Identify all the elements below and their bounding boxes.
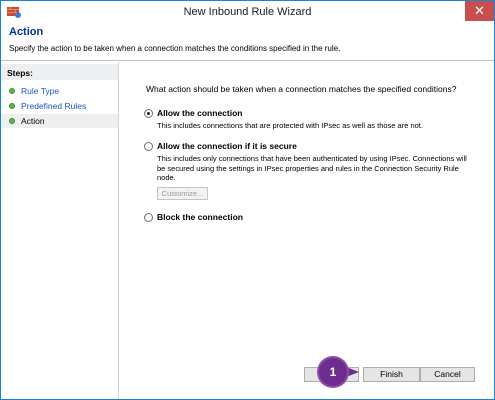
option-description: This includes only connections that have… [157, 154, 467, 182]
radio-allow[interactable] [144, 109, 153, 118]
step-label: Rule Type [21, 86, 60, 96]
step-label: Predefined Rules [21, 101, 87, 111]
page-header: Action Specify the action to be taken wh… [1, 23, 494, 61]
close-button[interactable]: ✕ [465, 1, 494, 21]
step-complete-icon [9, 103, 15, 109]
customize-button: Customize... [157, 187, 208, 200]
step-complete-icon [9, 88, 15, 94]
step-action[interactable]: Action [1, 114, 118, 128]
finish-button[interactable]: Finish [363, 367, 420, 382]
step-current-icon [9, 118, 15, 124]
steps-heading: Steps: [7, 68, 33, 78]
main-content: What action should be taken when a conne… [120, 62, 494, 399]
step-callout-badge: 1 [319, 358, 347, 386]
title-bar: New Inbound Rule Wizard ✕ [1, 1, 494, 23]
step-label: Action [21, 116, 45, 126]
cancel-button[interactable]: Cancel [420, 367, 475, 382]
radio-block[interactable] [144, 213, 153, 222]
option-label[interactable]: Block the connection [157, 212, 243, 222]
radio-allow-secure[interactable] [144, 142, 153, 151]
action-question: What action should be taken when a conne… [146, 84, 457, 94]
option-label[interactable]: Allow the connection if it is secure [157, 141, 297, 151]
step-predefined-rules[interactable]: Predefined Rules [1, 99, 118, 113]
window-title: New Inbound Rule Wizard [183, 6, 312, 18]
wizard-window: New Inbound Rule Wizard ✕ Action Specify… [0, 0, 495, 400]
page-title: Action [9, 26, 44, 38]
page-description: Specify the action to be taken when a co… [9, 44, 341, 53]
option-label[interactable]: Allow the connection [157, 108, 242, 118]
step-rule-type[interactable]: Rule Type [1, 84, 118, 98]
option-description: This includes connections that are prote… [157, 121, 423, 130]
steps-panel: Steps: Rule Type Predefined Rules Action [1, 62, 119, 399]
